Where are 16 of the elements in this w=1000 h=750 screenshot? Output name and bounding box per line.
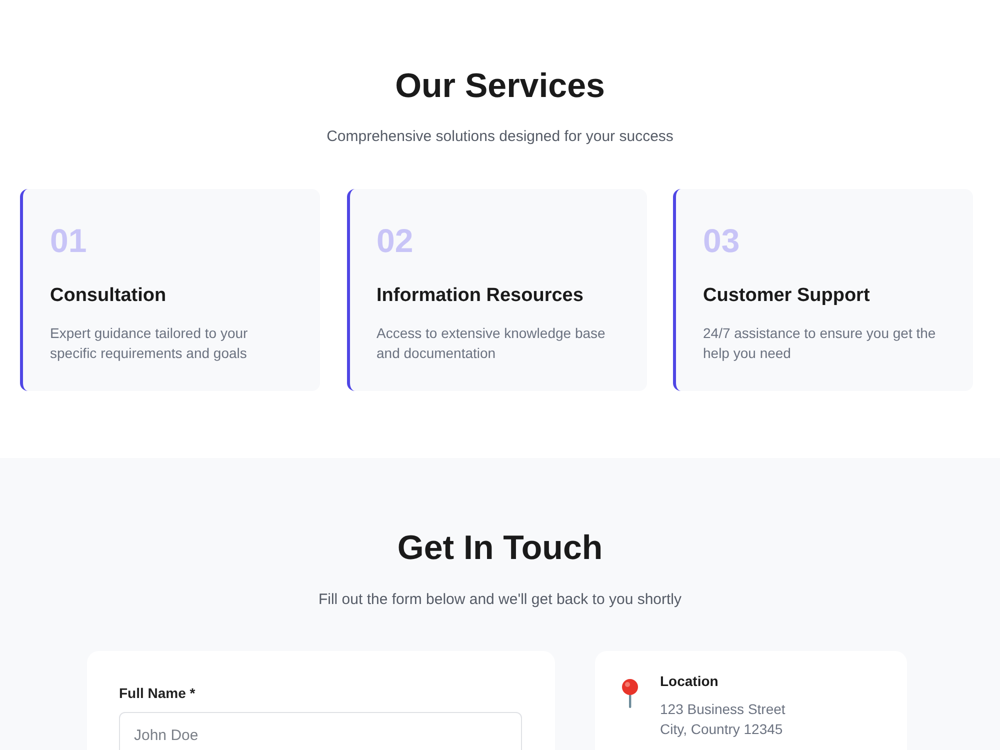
service-title: Consultation (50, 284, 168, 308)
info-line: City, Country 12345 (660, 720, 784, 739)
service-title: Information Resources (376, 284, 584, 308)
service-description: Expert guidance tailored to your specific requirements and goals (50, 324, 249, 363)
section-subtitle: Fill out the form below and we'll get back to you shortly (317, 590, 683, 610)
field-label: Full Name * (119, 684, 196, 703)
section-title: Get In Touch (396, 528, 604, 569)
info-title: Location (660, 672, 720, 691)
info-line: 123 Business Street (660, 700, 786, 719)
pushpin-icon (620, 678, 640, 708)
input-field[interactable]: John Doe (119, 712, 522, 750)
service-title: Customer Support (703, 284, 871, 308)
section-subtitle: Comprehensive solutions designed for your success (326, 127, 674, 147)
service-description: 24/7 assistance to ensure you get the help you need (703, 324, 937, 363)
service-description: Access to extensive knowledge base and documentation (376, 324, 606, 363)
section-title: Our Services (394, 66, 606, 107)
